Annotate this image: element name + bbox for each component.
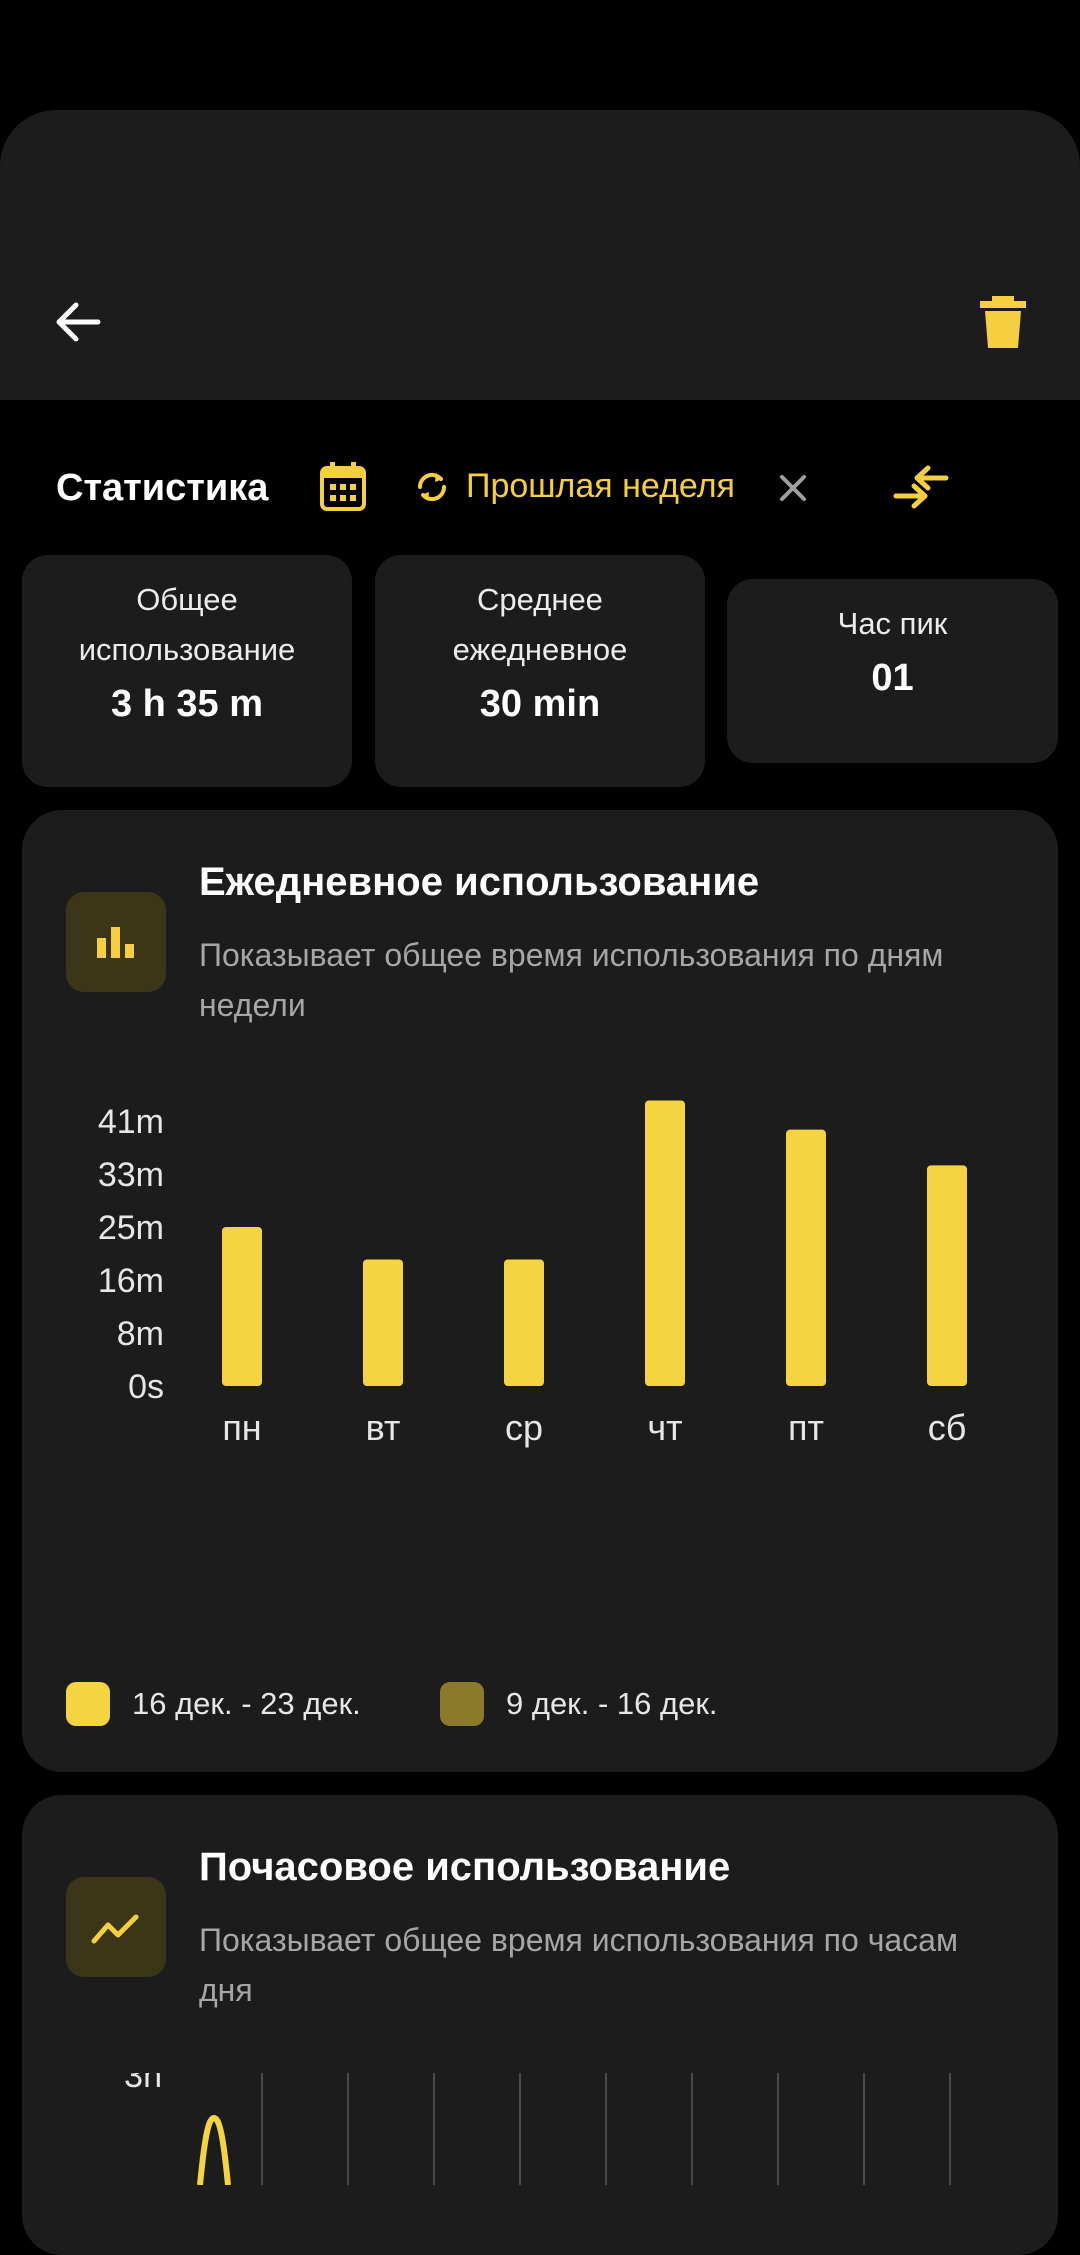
y-tick-label: 33m: [98, 1156, 164, 1194]
section-title: Статистика: [56, 467, 269, 509]
close-icon[interactable]: [776, 471, 810, 505]
legend-label-current: 16 дек. - 23 дек.: [132, 1686, 361, 1721]
bar-chart-icon: [66, 892, 166, 992]
top-app-bar: [0, 110, 1080, 400]
x-tick-label: ср: [505, 1407, 543, 1448]
bar-чт[interactable]: [645, 1100, 685, 1386]
y-tick-label: 25m: [98, 1209, 164, 1247]
bar-сб[interactable]: [927, 1165, 967, 1386]
daily-usage-card: Ежедневное использование Показывает обще…: [22, 810, 1058, 1772]
hourly-line: [197, 2114, 231, 2185]
bar-вт[interactable]: [363, 1259, 403, 1386]
filter-bar: Статистика Прошлая неделя: [0, 455, 1080, 521]
card-description: Показывает общее время использования по …: [199, 1922, 958, 2008]
total-usage-card: Общее использование 3 h 35 m: [22, 555, 352, 787]
peak-hour-card: Час пик 01: [727, 579, 1058, 763]
calendar-icon[interactable]: [320, 461, 366, 511]
average-usage-label: Среднее ежедневное: [452, 582, 628, 667]
y-tick-label: 0s: [128, 1368, 164, 1406]
y-tick-label: 41m: [98, 1103, 164, 1141]
peak-hour-label: Час пик: [837, 606, 948, 641]
hourly-y-tick: 3h: [124, 2073, 162, 2095]
trend-chart-icon: [66, 1877, 166, 1977]
total-usage-label: Общее использование: [78, 582, 296, 667]
y-tick-label: 16m: [98, 1262, 164, 1300]
average-usage-card: Среднее ежедневное 30 min: [375, 555, 705, 787]
hourly-usage-card: Почасовое использование Показывает общее…: [22, 1795, 1058, 2255]
total-usage-value: 3 h 35 m: [110, 683, 264, 725]
y-tick-label: 8m: [117, 1315, 164, 1353]
trash-icon: [980, 296, 1026, 348]
x-tick-label: пн: [222, 1407, 261, 1448]
card-description: Показывает общее время использования по …: [199, 937, 944, 1023]
legend-swatch-current: [66, 1682, 110, 1726]
refresh-icon[interactable]: [412, 467, 452, 507]
card-title: Почасовое использование: [199, 1845, 731, 1889]
legend-label-previous: 9 дек. - 16 дек.: [506, 1686, 718, 1721]
hourly-usage-chart: 3h: [22, 2073, 1058, 2185]
back-button[interactable]: [48, 292, 108, 352]
bar-пн[interactable]: [222, 1227, 262, 1386]
card-title: Ежедневное использование: [199, 860, 760, 904]
average-usage-value: 30 min: [479, 683, 601, 725]
arrow-left-icon: [56, 302, 101, 342]
compare-arrows-icon[interactable]: [892, 463, 952, 513]
date-range-selector[interactable]: Прошлая неделя: [466, 467, 735, 506]
bar-ср[interactable]: [504, 1259, 544, 1386]
hourly-gridlines: [261, 2073, 951, 2185]
legend-swatch-previous: [440, 1682, 484, 1726]
peak-hour-value: 01: [871, 657, 914, 699]
daily-usage-chart: 0s8m16m25m33m41m49mпнвтсрчтптсб: [22, 1088, 1058, 1468]
x-tick-label: вт: [366, 1407, 401, 1448]
x-tick-label: пт: [788, 1407, 824, 1448]
bar-пт[interactable]: [786, 1129, 826, 1386]
x-tick-label: чт: [647, 1407, 682, 1448]
x-tick-label: сб: [928, 1407, 967, 1448]
delete-button[interactable]: [976, 292, 1030, 352]
